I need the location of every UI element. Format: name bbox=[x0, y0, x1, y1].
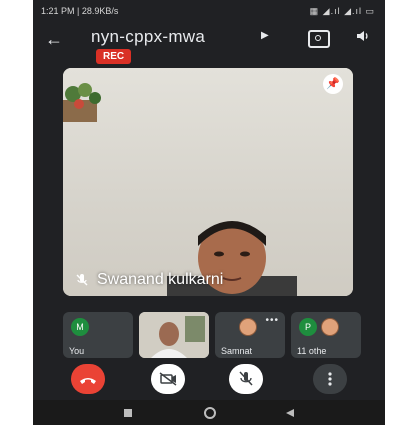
back-arrow-icon[interactable]: ← bbox=[45, 28, 67, 50]
status-time: 1:21 PM | 28.9KB/s bbox=[41, 6, 119, 16]
status-bar: 1:21 PM | 28.9KB/s ▦ ◢.ıl ◢.ıl ▭ bbox=[33, 0, 385, 22]
avatar bbox=[321, 318, 339, 336]
thumb-label: 11 othe bbox=[297, 346, 327, 356]
status-icons: ▦ ◢.ıl ◢.ıl ▭ bbox=[309, 6, 375, 16]
rec-badge: REC bbox=[96, 49, 132, 64]
speaker-icon[interactable] bbox=[355, 28, 371, 49]
pin-icon[interactable]: 📌 bbox=[323, 74, 343, 94]
plant-decoration bbox=[63, 83, 101, 122]
thumb-label: You bbox=[69, 346, 85, 356]
more-options-icon bbox=[328, 372, 332, 386]
end-call-icon bbox=[80, 378, 96, 384]
avatar: P bbox=[299, 318, 317, 336]
end-call-button[interactable] bbox=[71, 364, 105, 394]
mic-off-icon bbox=[76, 274, 88, 286]
android-nav-bar bbox=[33, 400, 385, 425]
meet-screen: 1:21 PM | 28.9KB/s ▦ ◢.ıl ◢.ıl ▭ ← nyn-c… bbox=[33, 0, 385, 425]
thumb-samnat[interactable]: ••• Samnat bbox=[215, 312, 285, 358]
call-controls bbox=[33, 360, 385, 400]
switch-camera-icon[interactable] bbox=[308, 30, 330, 48]
nav-recent-icon[interactable] bbox=[123, 408, 133, 418]
more-options-button[interactable] bbox=[313, 364, 347, 394]
camera-off-icon bbox=[159, 372, 177, 386]
thumb-label: Samnat bbox=[221, 346, 253, 356]
participant-video-thumb bbox=[139, 312, 209, 358]
thumb-you[interactable]: M You bbox=[63, 312, 133, 358]
avatar: M bbox=[71, 318, 89, 336]
thumb-video[interactable] bbox=[139, 312, 209, 358]
speaker-name-row: Swanand kulkarni bbox=[75, 271, 223, 289]
mic-button[interactable] bbox=[229, 364, 263, 394]
nav-home-icon[interactable] bbox=[203, 406, 217, 420]
mic-off-icon bbox=[239, 371, 253, 386]
chevron-right-icon[interactable]: ▶ bbox=[261, 30, 269, 41]
main-video-tile[interactable]: 📌 Swanand kulkarni bbox=[63, 68, 353, 296]
camera-button[interactable] bbox=[151, 364, 185, 394]
participant-strip: M You ••• Samnat P 11 othe bbox=[63, 312, 361, 358]
nav-back-icon[interactable] bbox=[285, 408, 295, 418]
call-header: ← nyn-cppx-mwa ▶ REC bbox=[33, 22, 385, 68]
thumb-others[interactable]: P 11 othe bbox=[291, 312, 361, 358]
avatar bbox=[239, 318, 257, 336]
meeting-code[interactable]: nyn-cppx-mwa bbox=[91, 27, 205, 47]
speaker-name: Swanand kulkarni bbox=[97, 271, 224, 288]
more-options-icon[interactable]: ••• bbox=[265, 315, 279, 326]
